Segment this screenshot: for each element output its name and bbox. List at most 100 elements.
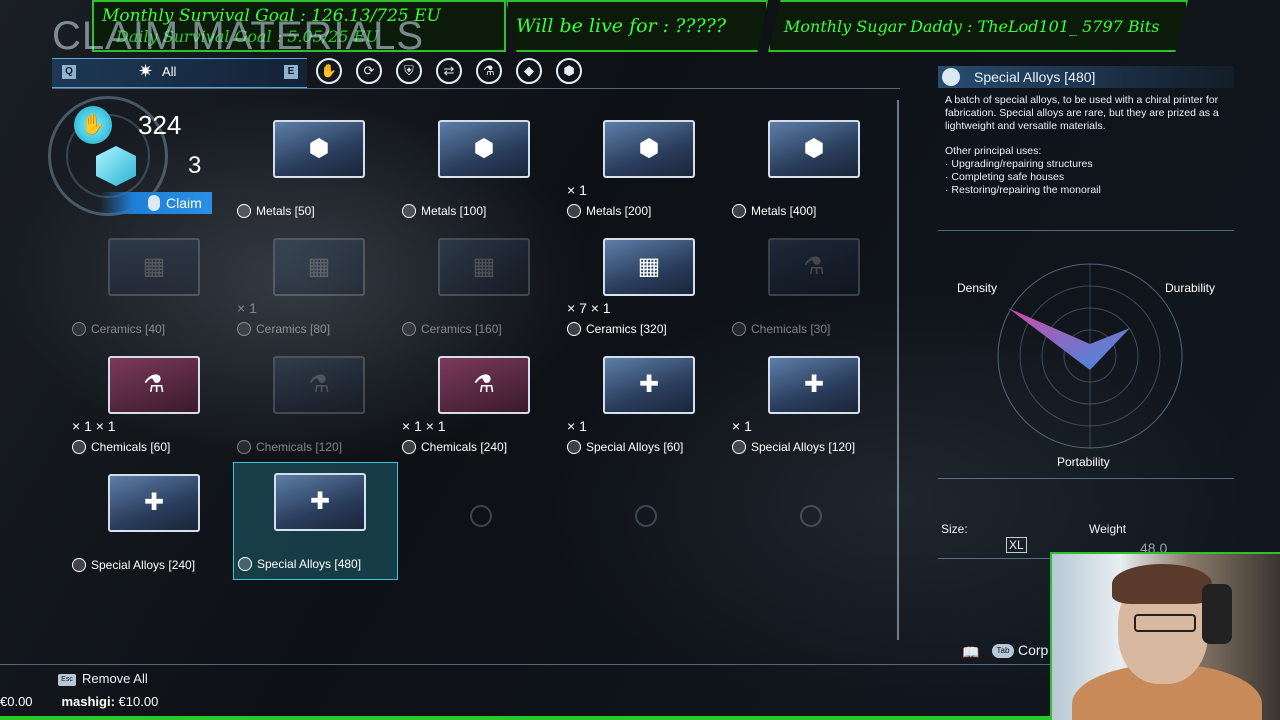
material-item[interactable]: ⚗ × 1 × 1 Chemicals [240] [398, 346, 563, 464]
material-item[interactable]: ⬢ Metals [100] [398, 110, 563, 228]
material-label-text: Metals [50] [256, 204, 315, 218]
material-type-icon [72, 558, 86, 572]
hand-icon: ✋ [74, 106, 112, 144]
divider [938, 230, 1234, 231]
divider [938, 558, 1050, 559]
shield-icon[interactable]: ⛨ [396, 58, 422, 84]
detail-header: Special Alloys [480] [938, 66, 1234, 88]
esc-key-icon: Esc [58, 673, 76, 686]
filter-bar[interactable]: Q ✷ All E [52, 58, 307, 88]
size-label: Size: [941, 522, 968, 536]
remove-all-button[interactable]: Esc Remove All [58, 671, 148, 686]
material-label-text: Ceramics [80] [256, 322, 331, 336]
material-thumbnail: ⚗ [438, 356, 530, 414]
material-label-text: Ceramics [160] [421, 322, 502, 336]
material-item[interactable]: ⬢ Metals [50] [233, 110, 398, 228]
material-thumbnail: ⬢ [273, 120, 365, 178]
material-label-text: Special Alloys [480] [257, 557, 362, 571]
divider [52, 88, 900, 89]
material-symbol-icon: ✚ [803, 371, 825, 398]
empty-slot-icon [635, 505, 657, 527]
donor-name: mashigi: [61, 694, 115, 709]
material-thumbnail: ⚗ [768, 238, 860, 296]
claim-amount-top: 324 [138, 110, 182, 140]
material-item[interactable]: ▦ Ceramics [160] [398, 228, 563, 346]
material-thumbnail: ▦ [273, 238, 365, 296]
material-type-icon [402, 204, 416, 218]
donation-amount: €10.00 [118, 694, 159, 709]
material-item[interactable]: ⚗ × 1 × 1 Chemicals [60] [68, 346, 233, 464]
weight-label: Weight [1089, 522, 1127, 536]
material-symbol-icon: ⚗ [143, 371, 165, 398]
hex-icon[interactable]: ⬢ [556, 58, 582, 84]
material-item[interactable]: ▦ × 7 × 1 Ceramics [320] [563, 228, 728, 346]
book-icon[interactable]: 📖 [962, 644, 979, 661]
divider [0, 664, 1050, 665]
material-label-text: Special Alloys [60] [586, 440, 684, 454]
material-type-icon [72, 322, 86, 336]
refresh-icon[interactable]: ⟳ [356, 58, 382, 84]
material-count: × 1 × 1 [72, 418, 116, 434]
grid-scrollbar[interactable] [897, 100, 899, 640]
material-label-text: Special Alloys [120] [751, 440, 856, 454]
material-item[interactable]: ▦ Ceramics [40] [68, 228, 233, 346]
flask-icon[interactable]: ⚗ [476, 58, 502, 84]
material-thumbnail: ⬢ [438, 120, 530, 178]
corp-tab[interactable]: Tab Corp [992, 642, 1048, 659]
material-label: Metals [400] [732, 204, 816, 218]
material-label-text: Metals [100] [421, 204, 487, 218]
material-item[interactable]: ⬢ × 1 Metals [200] [563, 110, 728, 228]
uses-list: Other principal uses: · Upgrading/repair… [945, 145, 1235, 197]
claim-button[interactable]: Claim [100, 192, 212, 214]
material-label: Ceramics [40] [72, 322, 165, 336]
material-item[interactable]: ▦ × 1 Ceramics [80] [233, 228, 398, 346]
sugar-daddy-banner: Monthly Sugar Daddy : TheLod101_ 5797 Bi… [768, 0, 1188, 52]
material-label: Metals [50] [237, 204, 315, 218]
material-count: × 1 [567, 418, 587, 434]
material-symbol-icon: ⬢ [308, 135, 330, 162]
material-label: Special Alloys [60] [567, 440, 683, 454]
material-item[interactable]: ⬢ Metals [400] [728, 110, 893, 228]
material-symbol-icon: ⚗ [803, 253, 825, 280]
material-type-icon [402, 322, 416, 336]
webcam-glasses [1134, 614, 1196, 632]
use-item: · Upgrading/repairing structures [945, 158, 1093, 170]
material-thumbnail: ▦ [108, 238, 200, 296]
material-symbol-icon: ✚ [638, 371, 660, 398]
material-thumbnail: ⚗ [108, 356, 200, 414]
screen-title: CLAIM MATERIALS [52, 14, 425, 58]
material-type-icon [402, 440, 416, 454]
material-type-icon [567, 204, 581, 218]
material-item[interactable]: ✚ Special Alloys [240] [68, 464, 233, 582]
material-symbol-icon: ▦ [142, 253, 166, 280]
material-label-text: Chemicals [120] [256, 440, 343, 454]
material-thumbnail: ✚ [768, 356, 860, 414]
remove-all-label: Remove All [82, 671, 148, 686]
material-type-icon [237, 322, 251, 336]
material-thumbnail: ⬢ [768, 120, 860, 178]
material-item[interactable]: ✚ × 1 Special Alloys [60] [563, 346, 728, 464]
material-label: Ceramics [320] [567, 322, 667, 336]
material-label-text: Special Alloys [240] [91, 558, 196, 572]
mouse-icon [148, 195, 160, 211]
material-label: Special Alloys [480] [238, 557, 361, 571]
material-type-icon [732, 322, 746, 336]
use-item: · Completing safe houses [945, 171, 1065, 183]
empty-slot-icon [800, 505, 822, 527]
material-thumbnail: ⚗ [273, 356, 365, 414]
material-count: × 1 [732, 418, 752, 434]
material-item[interactable]: ✚ × 1 Special Alloys [120] [728, 346, 893, 464]
material-item[interactable]: ✚ Special Alloys [480] [233, 462, 398, 580]
material-item[interactable]: ⚗ Chemicals [120] [233, 346, 398, 464]
claim-button-label: Claim [166, 195, 202, 211]
gem-icon[interactable]: ◆ [516, 58, 542, 84]
material-type-icon [732, 204, 746, 218]
material-label-text: Ceramics [40] [91, 322, 166, 336]
material-item[interactable]: ⚗ Chemicals [30] [728, 228, 893, 346]
material-label: Chemicals [60] [72, 440, 170, 454]
divider [938, 478, 1234, 479]
donation-amount-prev: €0.00 [0, 694, 33, 709]
swap-icon[interactable]: ⇄ [436, 58, 462, 84]
hand-icon[interactable]: ✋ [316, 58, 342, 84]
webcam-feed [1050, 552, 1280, 720]
